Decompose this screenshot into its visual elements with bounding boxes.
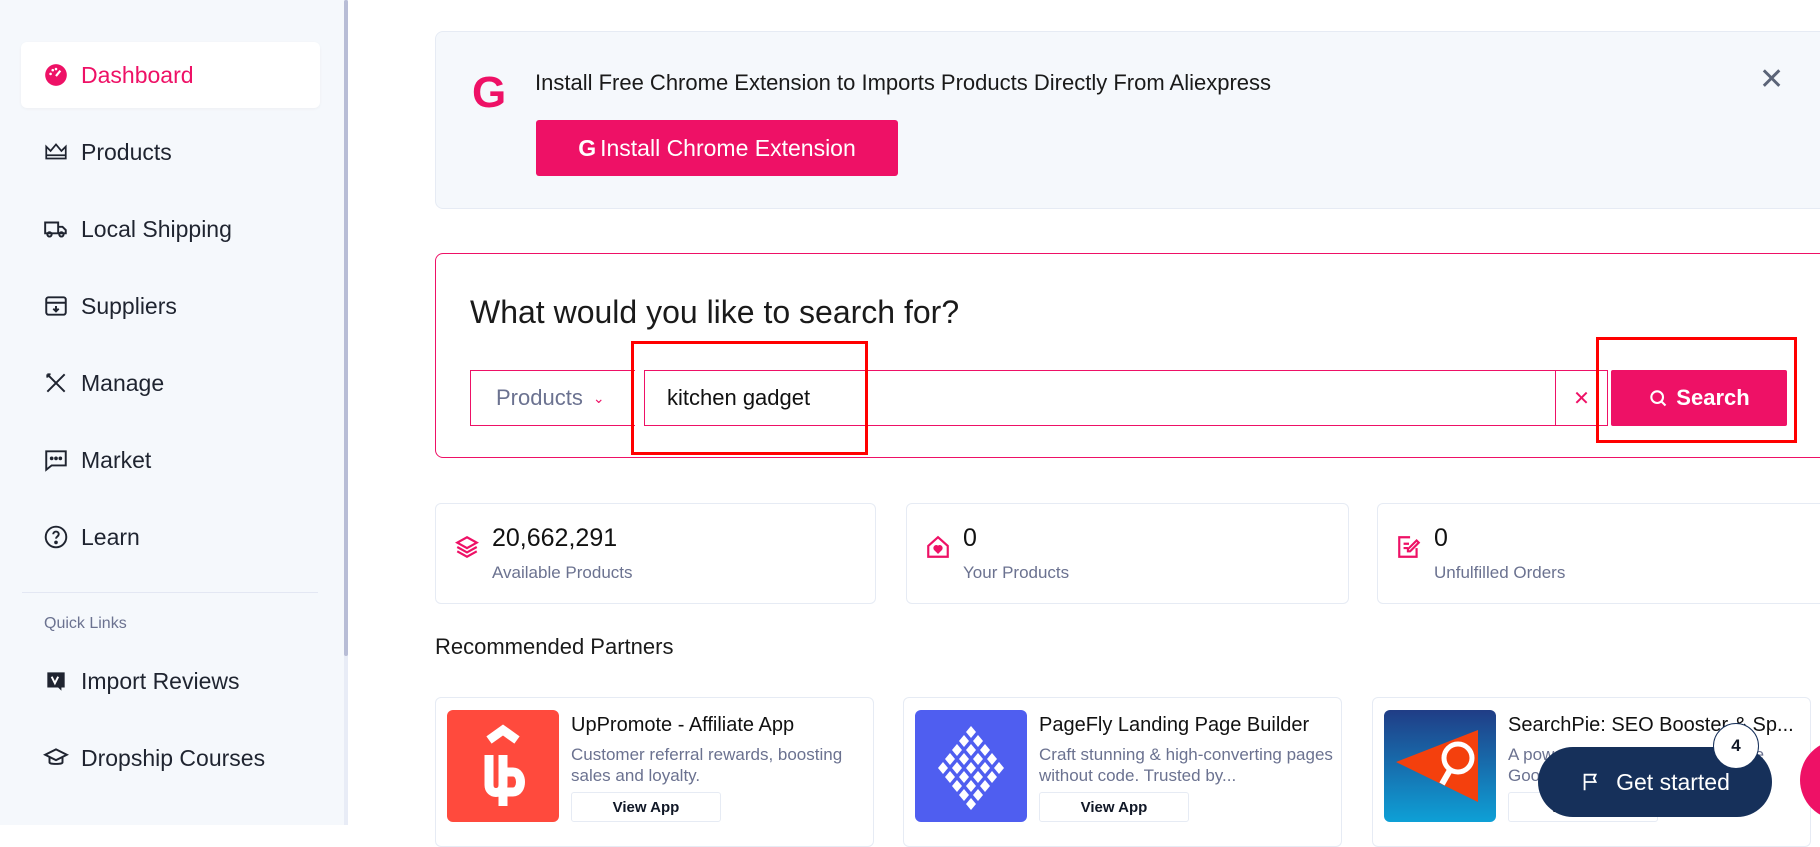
sidebar-item-manage[interactable]: Manage [21, 350, 320, 416]
stat-available-products: 20,662,291 Available Products [435, 503, 876, 604]
stat-label: Unfulfilled Orders [1434, 563, 1566, 582]
stat-label: Available Products [492, 563, 633, 582]
sidebar-item-learn[interactable]: Learn [21, 504, 320, 570]
recommended-partners-heading: Recommended Partners [435, 634, 674, 659]
pagefly-logo-diamond [959, 753, 969, 765]
crown-icon [45, 143, 67, 160]
pagefly-logo-diamond [994, 762, 1004, 774]
sidebar-scrollbar-thumb[interactable] [344, 0, 348, 656]
pagefly-logo-diamond [959, 735, 969, 747]
stat-value: 0 [963, 524, 977, 552]
pagefly-logo-diamond [980, 762, 990, 774]
sidebar-item-label: Manage [81, 369, 165, 396]
sidebar: Dashboard Products Local Shipping Suppli… [0, 0, 344, 825]
quick-links-heading: Quick Links [44, 615, 127, 632]
sidebar-item-label: Learn [81, 523, 140, 550]
sidebar-item-label: Dropship Courses [81, 744, 266, 771]
pagefly-logo-diamond [987, 771, 997, 783]
pagefly-logo-diamond [966, 780, 976, 792]
sidebar-item-label: Products [81, 138, 172, 165]
pagefly-logo-diamond [966, 744, 976, 756]
extension-logo-icon: G [472, 68, 507, 117]
view-app-button[interactable]: View App [1039, 792, 1189, 822]
sidebar-divider [22, 592, 318, 593]
pagefly-logo-diamond [980, 744, 990, 756]
pagefly-logo-diamond [987, 753, 997, 765]
sidebar-item-label: Import Reviews [81, 667, 240, 694]
layers-icon [455, 536, 479, 558]
sidebar-item-suppliers[interactable]: Suppliers [21, 273, 320, 339]
banner-text: Install Free Chrome Extension to Imports… [535, 70, 1272, 95]
category-select[interactable]: Products ⌄ [470, 370, 635, 426]
get-started-count-badge: 4 [1713, 723, 1759, 769]
pagefly-logo-diamond [973, 789, 983, 801]
sidebar-item-dropship-courses[interactable]: Dropship Courses [21, 725, 320, 791]
partner-desc: Customer referral rewards, boosting sale… [571, 745, 843, 785]
stat-value: 0 [1434, 524, 1448, 552]
pagefly-logo-diamond [966, 762, 976, 774]
button-label: Get started [1616, 768, 1730, 795]
pagefly-logo-diamond [945, 753, 955, 765]
sidebar-item-products[interactable]: Products [21, 119, 320, 185]
stat-unfulfilled-orders: 0 Unfulfilled Orders [1377, 503, 1820, 604]
searchpie-logo [1384, 710, 1496, 822]
button-label: Install Chrome Extension [600, 134, 856, 161]
box-icon [45, 296, 67, 316]
highlight-box-input [631, 341, 868, 455]
gauge-icon [45, 64, 67, 86]
sidebar-item-local-shipping[interactable]: Local Shipping [21, 196, 320, 262]
pagefly-logo-diamond [959, 771, 969, 783]
sidebar-item-dashboard[interactable]: Dashboard [21, 42, 320, 108]
graduation-cap-icon [43, 748, 69, 765]
pagefly-logo-diamond [980, 780, 990, 792]
edit-list-icon [1398, 536, 1421, 558]
sidebar-item-import-reviews[interactable]: Import Reviews [21, 648, 320, 714]
chat-icon [45, 450, 67, 472]
partner-desc: Craft stunning & high-converting pages w… [1039, 745, 1333, 785]
home-heart-icon [927, 535, 949, 558]
chevron-down-icon: ⌄ [592, 389, 605, 406]
sidebar-item-market[interactable]: Market [21, 427, 320, 493]
pagefly-logo-diamond [959, 789, 969, 801]
review-icon [47, 672, 65, 691]
highlight-box-search [1596, 337, 1797, 443]
pagefly-logo-diamond [966, 798, 976, 810]
pagefly-logo-diamond [938, 762, 948, 774]
close-icon[interactable]: ✕ [1759, 62, 1784, 97]
question-icon [44, 525, 68, 549]
uppromote-logo [447, 710, 559, 822]
flag-icon [1583, 773, 1598, 791]
g-icon: G [578, 134, 597, 161]
pagefly-logo-diamond [952, 762, 962, 774]
pagefly-logo-diamond [973, 771, 983, 783]
view-app-button[interactable]: View App [571, 792, 721, 822]
chrome-extension-banner: G Install Free Chrome Extension to Impor… [435, 31, 1820, 209]
pagefly-logo-diamond [973, 753, 983, 765]
stat-label: Your Products [963, 563, 1070, 582]
truck-icon [44, 221, 67, 238]
pagefly-logo-diamond [952, 780, 962, 792]
search-title: What would you like to search for? [470, 294, 960, 330]
pagefly-logo-diamond [952, 744, 962, 756]
sidebar-item-label: Suppliers [81, 292, 177, 319]
pagefly-logo [915, 710, 1027, 822]
stat-your-products: 0 Your Products [906, 503, 1349, 604]
partner-title: PageFly Landing Page Builder [1039, 714, 1310, 736]
sidebar-item-label: Dashboard [81, 61, 194, 88]
partner-title: UpPromote - Affiliate App [571, 714, 795, 736]
sidebar-item-label: Local Shipping [81, 215, 232, 242]
sidebar-item-label: Market [81, 446, 152, 473]
pagefly-logo-diamond [945, 771, 955, 783]
category-value: Products [496, 385, 583, 410]
pagefly-logo-diamond [966, 726, 976, 738]
pagefly-logo-diamond [973, 735, 983, 747]
install-extension-button[interactable]: G Install Chrome Extension [536, 120, 898, 176]
tools-icon [46, 373, 66, 393]
partner-title: SearchPie: SEO Booster & Sp... [1508, 714, 1794, 736]
stat-value: 20,662,291 [492, 524, 618, 552]
